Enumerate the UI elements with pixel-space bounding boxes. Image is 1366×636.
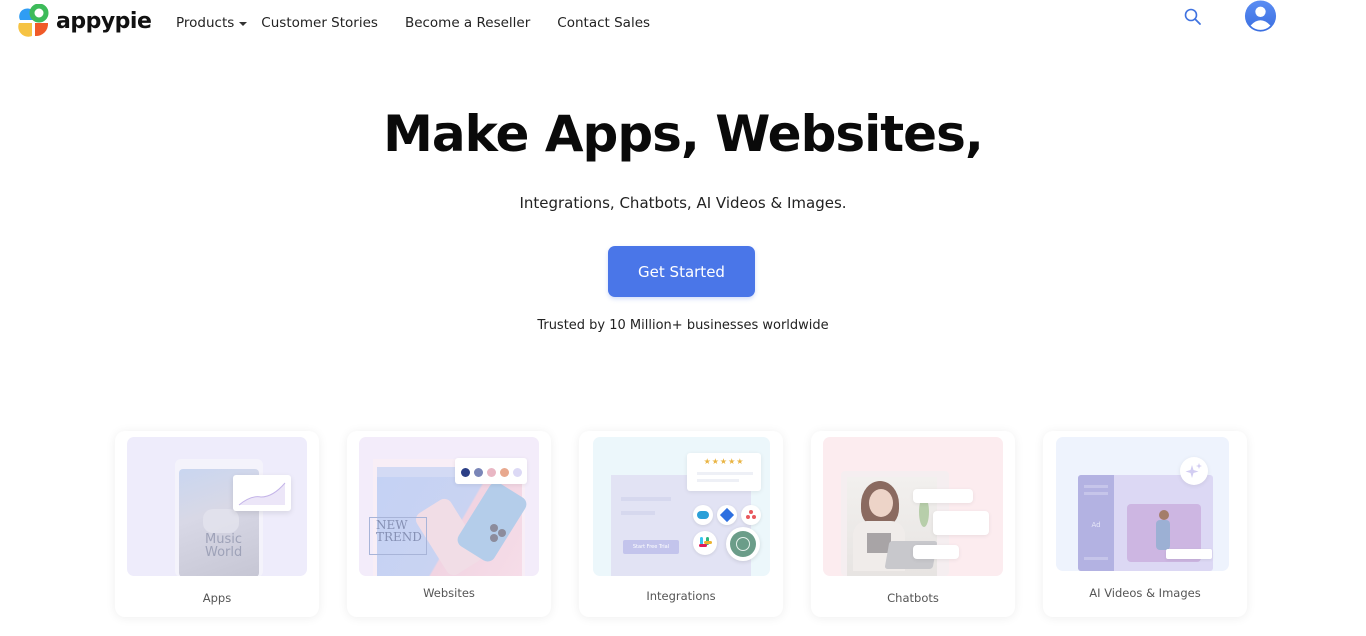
ai-art-text: Ad bbox=[1091, 521, 1101, 529]
rating-widget: ★★★★★ bbox=[687, 453, 761, 491]
main-nav: Products Customer Stories Become a Resel… bbox=[176, 15, 650, 31]
text-toolbar bbox=[1166, 549, 1212, 559]
get-started-button[interactable]: Get Started bbox=[608, 246, 755, 297]
nav-products-label: Products bbox=[176, 15, 235, 31]
product-card-websites[interactable]: NEW TREND Websites bbox=[347, 431, 551, 617]
asana-icon bbox=[741, 505, 761, 525]
start-free-trial-art: Start Free Trial bbox=[623, 540, 679, 554]
apps-art-text: Music World bbox=[205, 533, 242, 559]
product-card-label: Chatbots bbox=[887, 591, 939, 605]
chart-widget bbox=[233, 475, 291, 511]
ai-videos-illustration: Ad bbox=[1056, 437, 1229, 571]
websites-illustration: NEW TREND bbox=[359, 437, 539, 576]
chat-bubble bbox=[933, 511, 989, 535]
color-palette-widget bbox=[455, 458, 527, 484]
nav-products[interactable]: Products bbox=[176, 15, 248, 31]
nav-contact-sales-label: Contact Sales bbox=[557, 15, 651, 31]
appypie-logo[interactable]: appypie bbox=[17, 3, 152, 39]
chatbots-illustration bbox=[823, 437, 1003, 576]
logo-text: appypie bbox=[56, 8, 152, 34]
apps-art-text-line2: World bbox=[205, 545, 243, 560]
product-card-label: AI Videos & Images bbox=[1089, 586, 1201, 600]
product-card-label: Integrations bbox=[646, 589, 716, 603]
product-card-chatbots[interactable]: Chatbots bbox=[811, 431, 1015, 617]
product-card-ai-videos-images[interactable]: Ad AI Videos & Images bbox=[1043, 431, 1247, 617]
integrations-illustration: Start Free Trial ★★★★★ bbox=[593, 437, 770, 576]
top-nav-bar: appypie Products Customer Stories Become… bbox=[0, 0, 1366, 48]
chat-bubble bbox=[913, 545, 959, 559]
openai-icon bbox=[726, 527, 760, 561]
account-avatar-button[interactable] bbox=[1243, 0, 1278, 33]
hero-title: Make Apps, Websites, bbox=[383, 105, 984, 163]
caret-down-icon bbox=[239, 22, 248, 26]
chat-bubble bbox=[913, 489, 973, 503]
jira-icon bbox=[717, 505, 737, 525]
user-avatar-icon bbox=[1244, 0, 1277, 32]
nav-customer-stories-label: Customer Stories bbox=[261, 15, 378, 31]
product-card-apps[interactable]: Music World Apps bbox=[115, 431, 319, 617]
nav-become-reseller-label: Become a Reseller bbox=[404, 15, 531, 31]
search-button[interactable] bbox=[1183, 7, 1203, 27]
appypie-logo-icon bbox=[18, 4, 49, 37]
nav-contact-sales[interactable]: Contact Sales bbox=[557, 15, 650, 31]
nav-customer-stories[interactable]: Customer Stories bbox=[261, 15, 378, 31]
rating-stars: ★★★★★ bbox=[703, 457, 745, 466]
search-icon bbox=[1184, 8, 1201, 25]
product-card-label: Apps bbox=[202, 591, 232, 605]
websites-art-text-line2: TREND bbox=[376, 530, 422, 544]
product-card-label: Websites bbox=[423, 586, 475, 600]
product-card-integrations[interactable]: Start Free Trial ★★★★★ Integrations bbox=[579, 431, 783, 617]
salesforce-icon bbox=[693, 505, 713, 525]
apps-illustration: Music World bbox=[127, 437, 307, 576]
websites-art-text: NEW TREND bbox=[376, 519, 422, 543]
nav-become-reseller[interactable]: Become a Reseller bbox=[405, 15, 530, 31]
sparkle-icon bbox=[1180, 457, 1208, 485]
hero-subtitle: Integrations, Chatbots, AI Videos & Imag… bbox=[519, 194, 847, 212]
trusted-by-text: Trusted by 10 Million+ businesses worldw… bbox=[537, 318, 829, 333]
slack-icon bbox=[693, 531, 717, 555]
